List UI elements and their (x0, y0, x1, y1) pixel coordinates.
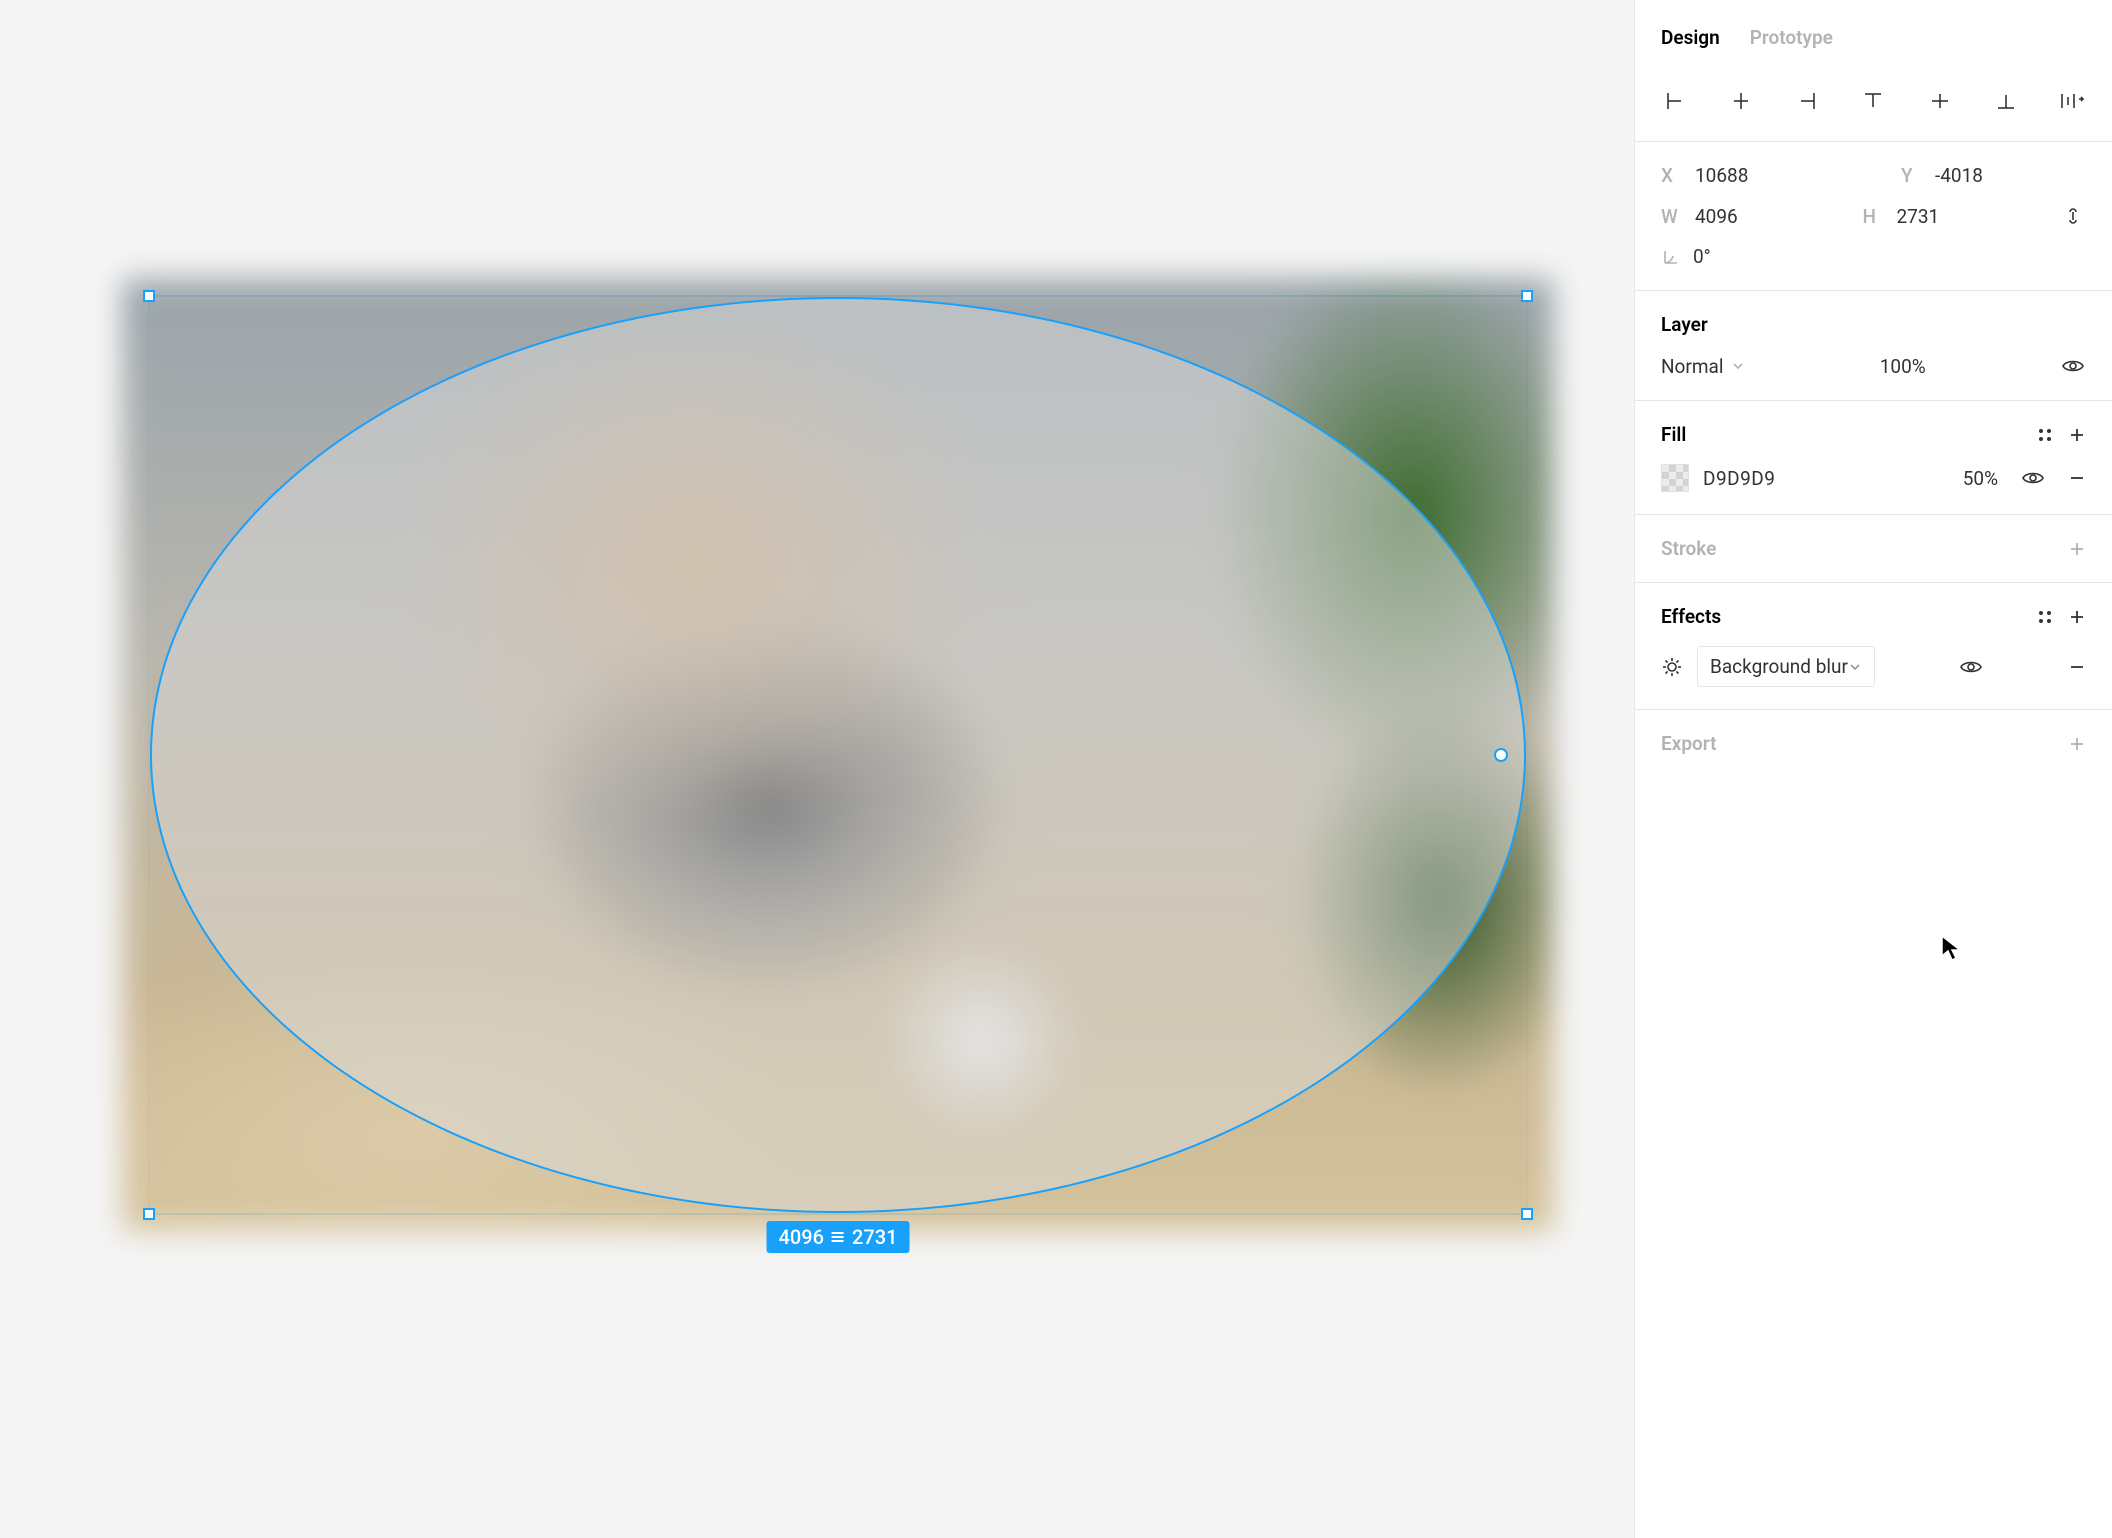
effect-type-value: Background blur (1710, 655, 1848, 678)
tab-design[interactable]: Design (1661, 26, 1720, 49)
resize-handle-bottom-right[interactable] (1521, 1208, 1533, 1220)
effects-styles-icon[interactable] (2036, 608, 2054, 626)
w-label: W (1661, 205, 1683, 228)
effects-title: Effects (1661, 605, 1721, 628)
add-effect-icon[interactable] (2068, 608, 2086, 626)
fill-styles-icon[interactable] (2036, 426, 2054, 444)
align-hcenter-icon[interactable] (1721, 81, 1761, 121)
badge-width: 4096 (779, 1225, 824, 1249)
resize-handle-bottom-left[interactable] (143, 1208, 155, 1220)
align-bottom-icon[interactable] (1986, 81, 2026, 121)
effect-visibility-toggle[interactable] (1958, 655, 1984, 679)
ellipse-shape[interactable] (150, 297, 1526, 1213)
effect-settings-icon[interactable] (1661, 656, 1683, 678)
badge-height: 2731 (852, 1225, 897, 1249)
fill-visibility-toggle[interactable] (2020, 466, 2046, 490)
angle-icon (1661, 247, 1681, 267)
effects-section: Effects Background blur (1635, 583, 2112, 710)
fill-section: Fill D9D9D9 50% (1635, 401, 2112, 515)
h-value[interactable]: 2731 (1897, 205, 1987, 228)
y-value[interactable]: -4018 (1935, 164, 2025, 187)
inspector-panel: Design Prototype X 10688 Y -4018 W 4096 (1634, 0, 2112, 1538)
x-label: X (1661, 164, 1683, 187)
add-stroke-icon[interactable] (2068, 540, 2086, 558)
align-right-icon[interactable] (1787, 81, 1827, 121)
h-label: H (1863, 205, 1885, 228)
stroke-section: Stroke (1635, 515, 2112, 583)
add-fill-icon[interactable] (2068, 426, 2086, 444)
chevron-down-icon (1731, 359, 1745, 373)
x-value[interactable]: 10688 (1695, 164, 1785, 187)
distribute-icon[interactable] (2052, 81, 2092, 121)
layer-section: Layer Normal 100% (1635, 291, 2112, 401)
align-top-icon[interactable] (1853, 81, 1893, 121)
x-field[interactable]: X 10688 (1661, 164, 1831, 187)
layer-title: Layer (1661, 313, 2086, 336)
effect-type-select[interactable]: Background blur (1697, 646, 1875, 687)
fill-title: Fill (1661, 423, 1686, 446)
rotation-field[interactable]: 0° (1661, 245, 1831, 268)
chevron-down-icon (1848, 660, 1862, 674)
align-vcenter-icon[interactable] (1920, 81, 1960, 121)
export-section: Export (1635, 710, 2112, 777)
panel-tabs: Design Prototype (1635, 0, 2112, 75)
stroke-title: Stroke (1661, 537, 1716, 560)
layer-visibility-toggle[interactable] (2060, 354, 2086, 378)
canvas[interactable]: 4096 2731 (0, 0, 1634, 1538)
blend-mode-select[interactable]: Normal (1661, 355, 1745, 378)
resize-handle-top-right[interactable] (1521, 290, 1533, 302)
y-field[interactable]: Y -4018 (1901, 164, 2071, 187)
align-left-icon[interactable] (1655, 81, 1695, 121)
h-field[interactable]: H 2731 (1863, 205, 1995, 228)
w-value[interactable]: 4096 (1695, 205, 1785, 228)
tab-prototype[interactable]: Prototype (1750, 26, 1833, 49)
dimensions-icon (830, 1229, 846, 1245)
w-field[interactable]: W 4096 (1661, 205, 1793, 228)
fill-opacity[interactable]: 50% (1963, 467, 1998, 490)
blend-mode-value: Normal (1661, 355, 1723, 378)
resize-handle-top-left[interactable] (143, 290, 155, 302)
fill-hex[interactable]: D9D9D9 (1703, 467, 1775, 490)
rotation-value[interactable]: 0° (1693, 245, 1783, 268)
fill-swatch[interactable] (1661, 464, 1689, 492)
remove-fill-icon[interactable] (2068, 469, 2086, 487)
dimensions-badge: 4096 2731 (767, 1221, 910, 1253)
add-export-icon[interactable] (2068, 735, 2086, 753)
ellipse-arc-handle[interactable] (1494, 748, 1508, 762)
y-label: Y (1901, 164, 1923, 187)
remove-effect-icon[interactable] (2068, 658, 2086, 676)
constrain-proportions-icon[interactable] (2064, 203, 2086, 229)
alignment-controls (1635, 75, 2112, 142)
transform-section: X 10688 Y -4018 W 4096 H 2731 (1635, 142, 2112, 291)
layer-opacity-field[interactable]: 100% (1880, 355, 1926, 378)
selection-bounds[interactable]: 4096 2731 (148, 295, 1528, 1215)
export-title: Export (1661, 732, 1716, 755)
